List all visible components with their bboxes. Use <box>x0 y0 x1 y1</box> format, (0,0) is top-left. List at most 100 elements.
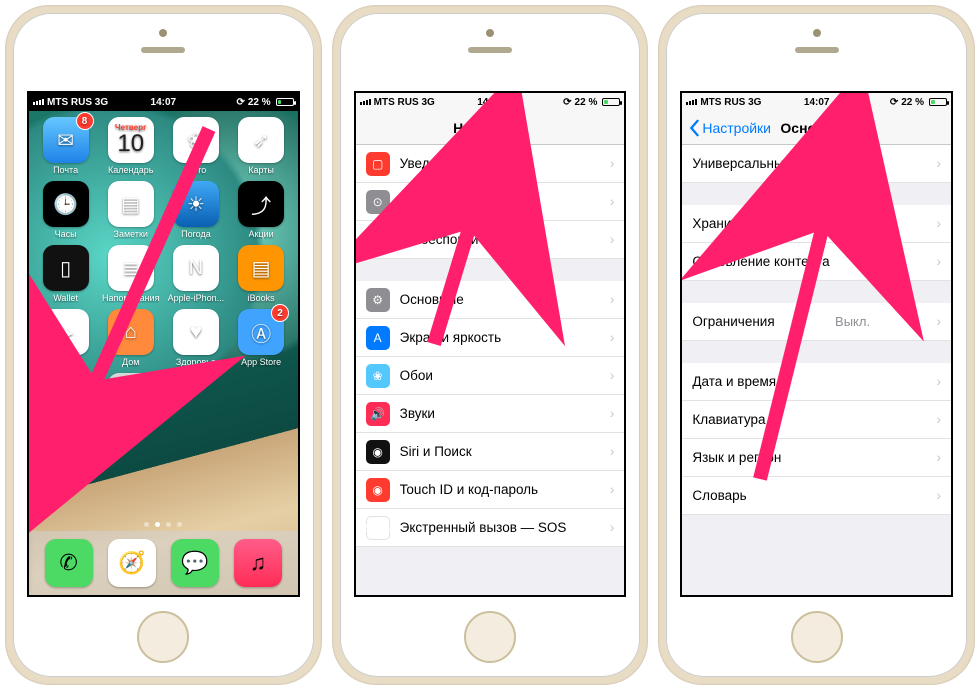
row-accessibility[interactable]: Универсальный доступ› <box>682 145 951 183</box>
row-notifications[interactable]: ▢Уведомления› <box>356 145 625 183</box>
home-screen: ✉8Почта Четверг10Календарь ❀Фото ➶Карты … <box>29 111 298 595</box>
row-touchid[interactable]: ◉Touch ID и код-пароль› <box>356 471 625 509</box>
dock-safari[interactable]: 🧭 <box>108 539 156 587</box>
clock-label: 14:07 <box>356 97 625 108</box>
row-siri[interactable]: ◉Siri и Поиск› <box>356 433 625 471</box>
status-bar: MTS RUS 3G 14:07 ⟳ 22 % <box>682 93 951 111</box>
app-reminders[interactable]: ≣Напоминания <box>100 245 161 303</box>
notifications-icon: ▢ <box>366 152 390 176</box>
app-wallet[interactable]: ▯Wallet <box>35 245 96 303</box>
home-button[interactable] <box>464 611 516 663</box>
gear-icon <box>49 379 83 413</box>
row-display[interactable]: AЭкран и яркость› <box>356 319 625 357</box>
general-icon: ⚙ <box>366 288 390 312</box>
chevron-right-icon: › <box>937 412 942 427</box>
chevron-right-icon: › <box>937 314 942 329</box>
home-button[interactable] <box>137 611 189 663</box>
display-icon: A <box>366 326 390 350</box>
chevron-right-icon: › <box>610 368 615 383</box>
home-button[interactable] <box>791 611 843 663</box>
clock-label: 14:07 <box>682 97 951 108</box>
app-news[interactable]: NApple-iPhon... <box>165 245 226 303</box>
touchid-icon: ◉ <box>366 478 390 502</box>
chevron-right-icon: › <box>937 488 942 503</box>
dock-music[interactable]: ♫ <box>234 539 282 587</box>
row-dictionary[interactable]: Словарь› <box>682 477 951 515</box>
chevron-right-icon: › <box>610 232 615 247</box>
app-maps[interactable]: ➶Карты <box>231 117 292 175</box>
app-photos[interactable]: ❀Фото <box>165 117 226 175</box>
row-restrictions[interactable]: ОграниченияВыкл.› <box>682 303 951 341</box>
chevron-right-icon: › <box>610 194 615 209</box>
speaker <box>468 47 512 53</box>
nav-bar: Настройки Основные <box>682 111 951 145</box>
row-language-region[interactable]: Язык и регион› <box>682 439 951 477</box>
back-button[interactable]: Настройки <box>688 119 771 137</box>
restrictions-value: Выкл. <box>835 314 870 329</box>
dnd-icon: ☾ <box>366 228 390 252</box>
row-storage[interactable]: Хранилище iPhone› <box>682 205 951 243</box>
page-title: Основные <box>780 120 853 136</box>
row-control-center[interactable]: ⊙Пункт управления› <box>356 183 625 221</box>
app-settings[interactable]: Настройки <box>35 373 96 431</box>
row-dnd[interactable]: ☾Не беспокоить› <box>356 221 625 259</box>
phone-frame-3: MTS RUS 3G 14:07 ⟳ 22 % Настройки Основн… <box>658 5 975 685</box>
app-clock[interactable]: 🕒Часы <box>35 181 96 239</box>
chevron-right-icon: › <box>937 254 942 269</box>
row-general[interactable]: ⚙Основные› <box>356 281 625 319</box>
chevron-right-icon: › <box>610 482 615 497</box>
chevron-right-icon: › <box>610 330 615 345</box>
clock-label: 14:07 <box>29 97 298 108</box>
row-date-time[interactable]: Дата и время› <box>682 363 951 401</box>
badge-mail: 8 <box>77 113 93 129</box>
app-notes[interactable]: ▤Заметки <box>100 181 161 239</box>
dock-messages[interactable]: 💬 <box>171 539 219 587</box>
chevron-right-icon: › <box>610 444 615 459</box>
app-stocks[interactable]: ⤴Акции <box>231 181 292 239</box>
chevron-right-icon: › <box>937 156 942 171</box>
sounds-icon: 🔊 <box>366 402 390 426</box>
app-home[interactable]: ⌂Дом <box>100 309 161 367</box>
chevron-right-icon: › <box>610 292 615 307</box>
siri-icon: ◉ <box>366 440 390 464</box>
app-video[interactable]: ▶Видео <box>35 309 96 367</box>
speaker <box>141 47 185 53</box>
row-wallpaper[interactable]: ❀Обои› <box>356 357 625 395</box>
front-camera <box>486 29 494 37</box>
row-background-refresh[interactable]: Обновление контента› <box>682 243 951 281</box>
battery-icon <box>929 98 947 106</box>
page-title: Настройки <box>453 120 527 136</box>
speaker <box>795 47 839 53</box>
chevron-right-icon: › <box>610 156 615 171</box>
page-dots <box>29 522 298 527</box>
chevron-right-icon: › <box>937 374 942 389</box>
app-health[interactable]: ♥Здоровье <box>165 309 226 367</box>
app-weather[interactable]: ☀Погода <box>165 181 226 239</box>
status-bar: MTS RUS 3G 14:07 ⟳ 22 % <box>356 93 625 111</box>
dock-phone[interactable]: ✆ <box>45 539 93 587</box>
phone-frame-1: MTS RUS 3G 14:07 ⟳ 22 % ✉8Почта Четверг1… <box>5 5 322 685</box>
chevron-left-icon <box>688 119 700 137</box>
app-ibooks[interactable]: ▤iBooks <box>231 245 292 303</box>
front-camera <box>813 29 821 37</box>
row-keyboard[interactable]: Клавиатура› <box>682 401 951 439</box>
app-appstore[interactable]: Ⓐ2App Store <box>231 309 292 367</box>
chevron-right-icon: › <box>610 406 615 421</box>
chevron-right-icon: › <box>937 216 942 231</box>
status-bar: MTS RUS 3G 14:07 ⟳ 22 % <box>29 93 298 111</box>
app-calendar[interactable]: Четверг10Календарь <box>100 117 161 175</box>
nav-bar: Настройки <box>356 111 625 145</box>
app-mail[interactable]: ✉8Почта <box>35 117 96 175</box>
app-camera[interactable]: 📷Камера <box>100 373 161 431</box>
wallpaper-icon: ❀ <box>366 364 390 388</box>
front-camera <box>159 29 167 37</box>
badge-appstore: 2 <box>272 305 288 321</box>
dock: ✆ 🧭 💬 ♫ <box>29 531 298 595</box>
control-center-icon: ⊙ <box>366 190 390 214</box>
row-sos[interactable]: SOSЭкстренный вызов — SOS› <box>356 509 625 547</box>
phone-frame-2: MTS RUS 3G 14:07 ⟳ 22 % Настройки ▢Уведо… <box>332 5 649 685</box>
chevron-right-icon: › <box>937 450 942 465</box>
battery-icon <box>602 98 620 106</box>
chevron-right-icon: › <box>610 520 615 535</box>
row-sounds[interactable]: 🔊Звуки› <box>356 395 625 433</box>
